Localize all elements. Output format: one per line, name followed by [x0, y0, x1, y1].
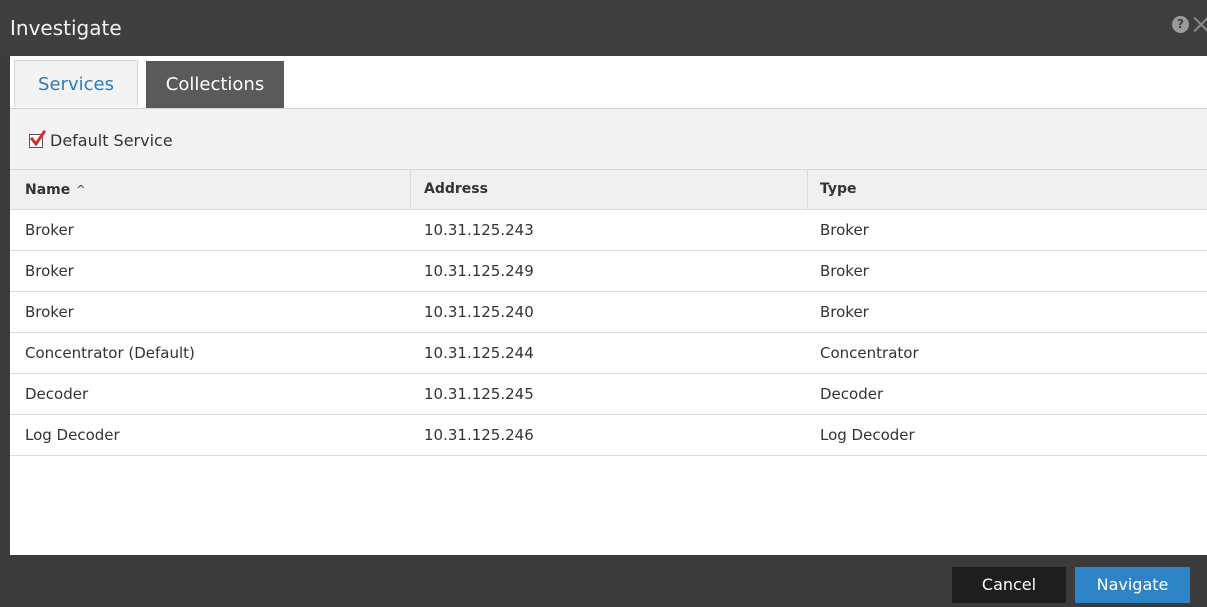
table-row[interactable]: Decoder 10.31.125.245 Decoder [10, 374, 1207, 415]
table-header: Name ^ Address Type [10, 169, 1207, 210]
services-toolbar: Default Service [10, 109, 1207, 169]
cell-name: Log Decoder [25, 426, 120, 444]
help-icon[interactable]: ? [1172, 15, 1189, 33]
table-row[interactable]: Concentrator (Default) 10.31.125.244 Con… [10, 333, 1207, 374]
cell-address: 10.31.125.245 [424, 385, 534, 403]
cancel-button[interactable]: Cancel [952, 567, 1066, 603]
cell-type: Broker [820, 303, 869, 321]
cell-name: Decoder [25, 385, 89, 403]
dialog-footer: Cancel Navigate [0, 555, 1207, 607]
cell-name: Concentrator (Default) [25, 344, 195, 362]
cell-type: Broker [820, 221, 869, 239]
cell-address: 10.31.125.240 [424, 303, 534, 321]
cell-address: 10.31.125.243 [424, 221, 534, 239]
column-header-address[interactable]: Address [411, 170, 808, 209]
cell-address: 10.31.125.246 [424, 426, 534, 444]
cell-type: Concentrator [820, 344, 919, 362]
table-row[interactable]: Broker 10.31.125.240 Broker [10, 292, 1207, 333]
investigate-dialog: Investigate ? Services Collections Defau… [0, 0, 1207, 607]
column-header-label: Name [25, 182, 71, 198]
tab-collections[interactable]: Collections [146, 61, 284, 108]
cell-type: Decoder [820, 385, 884, 403]
services-table: Name ^ Address Type Broker 10.31.125.243 … [10, 169, 1207, 456]
close-icon[interactable] [1193, 14, 1207, 34]
cell-address: 10.31.125.249 [424, 262, 534, 280]
default-service-checkbox[interactable] [29, 130, 47, 148]
cell-address: 10.31.125.244 [424, 344, 534, 362]
cell-name: Broker [25, 221, 74, 239]
table-row[interactable]: Log Decoder 10.31.125.246 Log Decoder [10, 415, 1207, 456]
tab-strip: Services Collections [10, 56, 1207, 109]
cell-name: Broker [25, 303, 74, 321]
cell-name: Broker [25, 262, 74, 280]
cell-type: Broker [820, 262, 869, 280]
dialog-title: Investigate [10, 16, 122, 40]
navigate-button[interactable]: Navigate [1075, 567, 1190, 603]
table-row[interactable]: Broker 10.31.125.243 Broker [10, 210, 1207, 251]
cell-type: Log Decoder [820, 426, 915, 444]
column-header-name[interactable]: Name ^ [10, 170, 411, 209]
default-service-label: Default Service [50, 131, 173, 150]
chevron-up-icon: ^ [76, 183, 86, 196]
column-header-type[interactable]: Type [808, 170, 1207, 209]
title-icons: ? [1172, 14, 1207, 34]
title-bar: Investigate ? [0, 0, 1207, 56]
checkmark-icon [29, 130, 47, 147]
tab-services[interactable]: Services [14, 60, 138, 107]
table-row[interactable]: Broker 10.31.125.249 Broker [10, 251, 1207, 292]
dialog-content: Services Collections Default Service Nam… [10, 56, 1207, 555]
